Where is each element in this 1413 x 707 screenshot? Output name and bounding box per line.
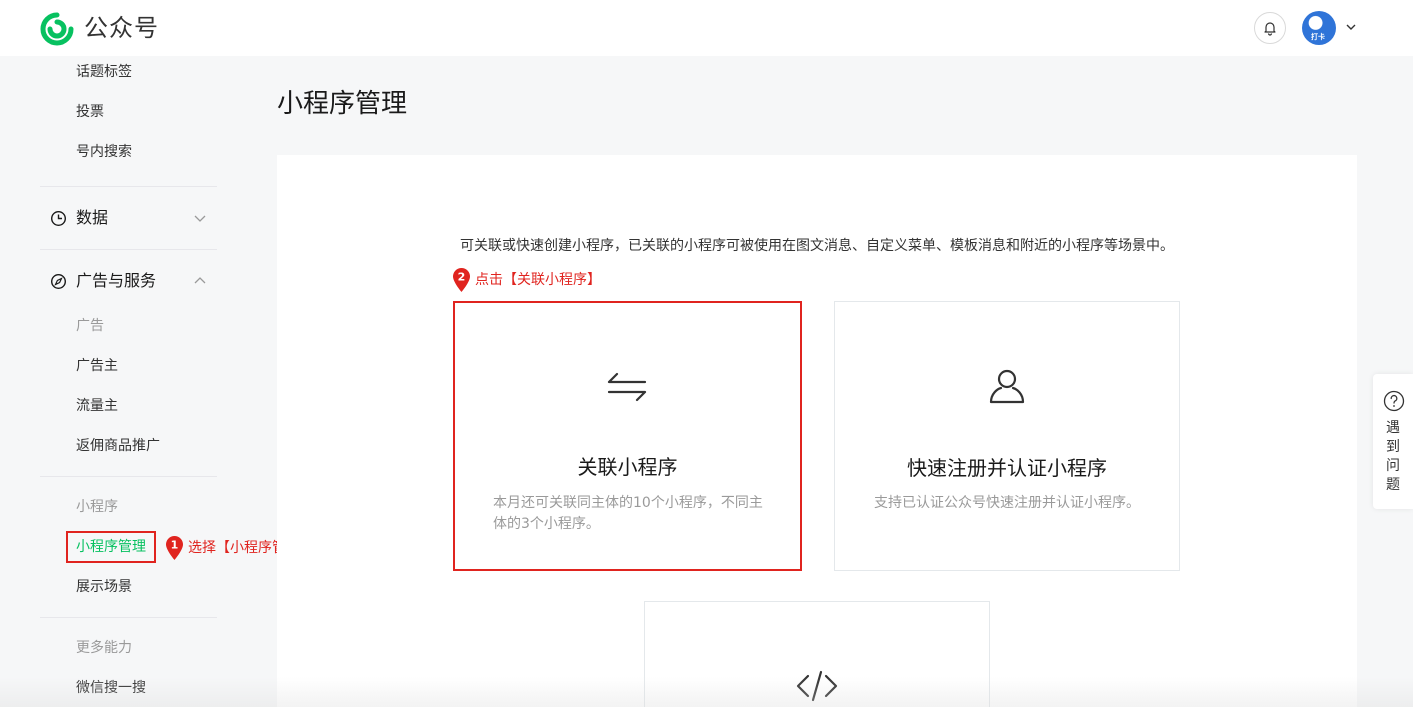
question-circle-icon bbox=[1383, 390, 1405, 412]
sidebar-item-advertiser[interactable]: 广告主 bbox=[76, 356, 118, 376]
sidebar-item-mini-program-management[interactable]: 小程序管理 bbox=[76, 537, 146, 557]
intro-text: 可关联或快速创建小程序，已关联的小程序可被使用在图文消息、自定义菜单、模板消息和… bbox=[460, 238, 1174, 254]
sidebar-group-ads-title: 广告 bbox=[76, 318, 104, 334]
sidebar-divider bbox=[40, 249, 217, 250]
sidebar-item-wechat-search[interactable]: 微信搜一搜 bbox=[76, 678, 146, 698]
sidebar-divider bbox=[40, 476, 217, 477]
sidebar-divider bbox=[40, 617, 217, 618]
sidebar-item-vote[interactable]: 投票 bbox=[76, 102, 104, 122]
user-icon bbox=[989, 369, 1025, 404]
help-float-button[interactable]: 遇到问题 bbox=[1373, 374, 1413, 509]
sidebar-item-display-scenes[interactable]: 展示场景 bbox=[76, 577, 132, 597]
code-icon bbox=[796, 670, 838, 702]
sidebar-item-topic-tags[interactable]: 话题标签 bbox=[76, 62, 132, 82]
card-title: 快速注册并认证小程序 bbox=[907, 456, 1107, 480]
sidebar-divider bbox=[40, 186, 217, 187]
card-description: 本月还可关联同主体的10个小程序，不同主体的3个小程序。 bbox=[493, 495, 763, 532]
sidebar-item-commission-promotion[interactable]: 返佣商品推广 bbox=[76, 436, 160, 456]
notification-button[interactable] bbox=[1254, 12, 1286, 44]
card-description: 支持已认证公众号快速注册并认证小程序。 bbox=[874, 495, 1140, 511]
sidebar-item-publisher[interactable]: 流量主 bbox=[76, 396, 118, 416]
sidebar-section-label: 广告与服务 bbox=[76, 271, 157, 290]
quick-register-card[interactable]: 快速注册并认证小程序 支持已认证公众号快速注册并认证小程序。 bbox=[834, 301, 1180, 571]
sidebar-item-in-account-search[interactable]: 号内搜索 bbox=[76, 142, 132, 162]
compass-icon bbox=[50, 273, 67, 289]
user-avatar[interactable]: 打卡 bbox=[1302, 11, 1336, 45]
sidebar-group-more-title: 更多能力 bbox=[76, 640, 132, 656]
avatar-badge: 打卡 bbox=[1311, 33, 1325, 41]
top-bar: 公众号 打卡 bbox=[0, 0, 1413, 56]
wechat-official-account-logo-icon[interactable] bbox=[40, 12, 74, 46]
sidebar-section-label: 数据 bbox=[76, 208, 109, 227]
brand-name[interactable]: 公众号 bbox=[84, 12, 159, 44]
clock-icon bbox=[50, 210, 67, 226]
step-number: 2 bbox=[458, 271, 466, 284]
help-label: 遇到问题 bbox=[1386, 420, 1400, 493]
bell-icon bbox=[1264, 22, 1276, 36]
swap-arrows-icon bbox=[607, 372, 647, 402]
chevron-down-icon[interactable] bbox=[1344, 20, 1358, 34]
step2-annotation: 点击【关联小程序】 bbox=[475, 272, 601, 288]
sidebar-section-ads-services[interactable]: 广告与服务 bbox=[50, 270, 156, 292]
sidebar-group-mini-title: 小程序 bbox=[76, 499, 118, 515]
card-title: 关联小程序 bbox=[577, 455, 678, 479]
chevron-up-icon[interactable] bbox=[192, 273, 208, 289]
step-pin-icon: 1 bbox=[166, 536, 183, 560]
link-mini-program-card[interactable]: 关联小程序 本月还可关联同主体的10个小程序，不同主体的3个小程序。 bbox=[453, 301, 802, 571]
page-title: 小程序管理 bbox=[277, 89, 408, 119]
sidebar-section-data[interactable]: 数据 bbox=[50, 207, 108, 229]
chevron-down-icon[interactable] bbox=[192, 210, 208, 226]
step-pin-icon: 2 bbox=[453, 268, 470, 292]
step-number: 1 bbox=[171, 539, 179, 552]
developer-card[interactable] bbox=[644, 601, 990, 707]
